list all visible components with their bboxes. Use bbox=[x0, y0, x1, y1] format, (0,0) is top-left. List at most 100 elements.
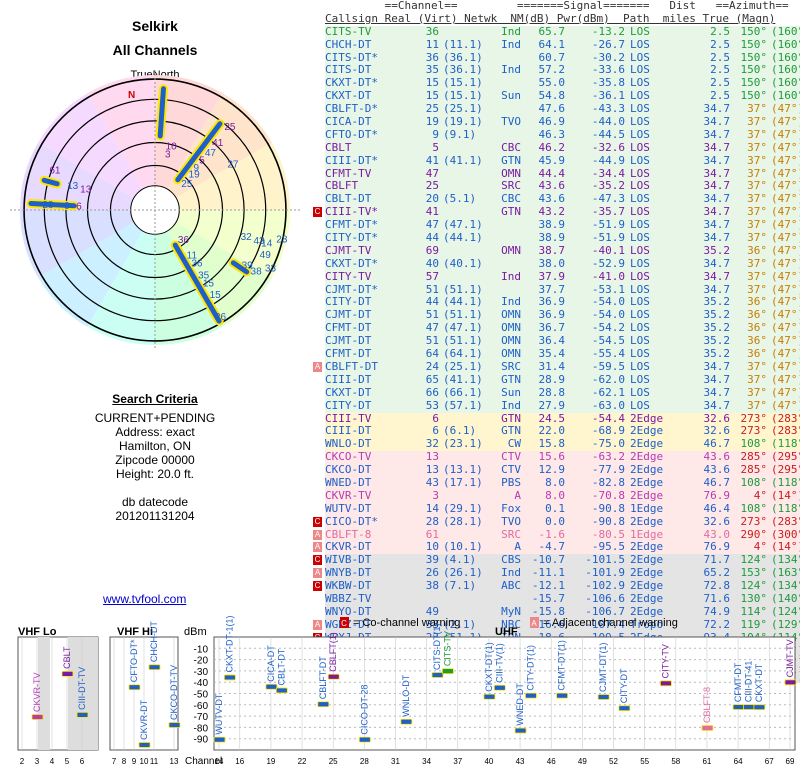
station-label: CFTO-DT* bbox=[129, 639, 139, 682]
cell-magn: (160°) bbox=[771, 37, 800, 51]
cell-nm: 46.2 bbox=[538, 140, 566, 154]
station-label: CFMT-DT bbox=[733, 662, 743, 702]
dbm-tick-label: -50 bbox=[194, 690, 209, 701]
cell-true: 108° bbox=[740, 475, 768, 489]
station-level-bar bbox=[128, 684, 141, 691]
channel-tick-label: 31 bbox=[391, 757, 400, 766]
table-row[interactable]: CKXT-DT 66 (66.1) Sun 28.8 -62.1 LOS 34.7 37° (47… bbox=[325, 385, 800, 400]
cell-dist: 34.7 bbox=[703, 115, 731, 129]
table-row[interactable]: CBLT5CBC46.2-32.6LOS34.737°(47°) bbox=[325, 140, 800, 155]
location-title: Selkirk bbox=[132, 18, 178, 34]
cell-pwr: -90.8 bbox=[591, 514, 625, 528]
cell-pwr: -41.0 bbox=[591, 269, 625, 283]
cell-dist: 76.9 bbox=[703, 488, 731, 502]
table-group-headers: ==Channel== =======Signal======= Dist ==… bbox=[325, 0, 789, 12]
adjacent-channel-warning-icon: A bbox=[313, 568, 322, 579]
cell-nm: 38.0 bbox=[538, 256, 566, 270]
station-level-bar bbox=[514, 727, 527, 734]
channel-marker-label: 47 bbox=[205, 148, 217, 159]
co-channel-warning-icon: C bbox=[313, 555, 322, 566]
channel-tick-label: 19 bbox=[266, 757, 275, 766]
cell-dist: 34.7 bbox=[703, 269, 731, 283]
cell-true: 37° bbox=[747, 115, 767, 129]
signal-bar bbox=[41, 177, 60, 187]
table-row[interactable]: CITY-DT 53 (57.1) Ind 27.9 -63.0 LOS 34.7 37° (47… bbox=[325, 398, 800, 413]
channel-marker-label: 14 bbox=[261, 239, 273, 250]
dbm-tick-label: -40 bbox=[194, 678, 209, 689]
cell-dist: 34.7 bbox=[703, 398, 731, 412]
table-row[interactable]: CKVR-TV3A8.0-70.82Edge76.94°(14°) bbox=[325, 488, 800, 503]
channel-marker-label: 28 bbox=[42, 200, 54, 211]
table-row[interactable]: CITS-TV36Ind65.7-13.2LOS2.5150°(160°) bbox=[325, 24, 800, 39]
table-row[interactable]: CFTO-DT* 9 (9.1) 46.3 -44.5 LOS 34.7 37° (47°) bbox=[325, 127, 800, 142]
cell-true: 37° bbox=[747, 153, 767, 167]
channel-marker-label: 13 bbox=[80, 184, 92, 195]
channel-marker-label: 26 bbox=[215, 312, 227, 323]
cell-call: CHCH-DT bbox=[325, 37, 372, 51]
cell-call: CBLT bbox=[325, 140, 352, 154]
cell-dist: 71.6 bbox=[703, 591, 731, 605]
dbm-tick-label: -80 bbox=[194, 723, 209, 734]
table-row[interactable]: CJMT-TV69OMN38.7-40.1LOS35.236°(47°) bbox=[325, 243, 800, 258]
table-row[interactable]: CIII-DT* 41 (41.1) GTN 45.9 -44.9 LOS 34.7 37° (4… bbox=[325, 153, 800, 168]
tvfool-link[interactable]: www.tvfool.com bbox=[103, 592, 186, 606]
cell-magn: (140°) bbox=[771, 591, 800, 605]
table-row[interactable]: CITY-DT* 44 (44.1) 38.9 -51.9 LOS 34.7 37° (47°) bbox=[325, 231, 800, 245]
cell-path: 2Edge bbox=[630, 514, 664, 528]
station-label: CJMT-DT(1) bbox=[598, 643, 608, 693]
cell-true: 37° bbox=[747, 256, 767, 270]
station-label: WNLO-DT bbox=[401, 674, 411, 716]
cell-dist: 2.5 bbox=[710, 37, 730, 51]
table-row[interactable]: CKXT-DT* 40 (40.1) 38.0 -52.9 LOS 34.7 37° (47°) bbox=[325, 256, 800, 271]
channel-marker-label: 27 bbox=[227, 160, 239, 171]
cell-nm: 45.9 bbox=[538, 153, 566, 167]
cell-dist: 34.7 bbox=[703, 231, 731, 245]
station-table: ==Channel== =======Signal======= Dist ==… bbox=[313, 0, 800, 684]
cell-true: 130° bbox=[740, 591, 768, 605]
station-level-bar bbox=[400, 718, 413, 725]
station-level-bar bbox=[431, 672, 444, 678]
cell-call: CITS-TV bbox=[325, 24, 372, 38]
channel-tick-label: 49 bbox=[578, 757, 587, 766]
table-row[interactable]: WUTV-DT 14 (29.1) Fox 0.1 -90.8 1Edge 46.4 108°(… bbox=[325, 501, 800, 516]
dbm-label: dBm bbox=[184, 626, 207, 638]
cell-nm: -15.7 bbox=[531, 591, 565, 605]
channel-tick-label: 14 bbox=[215, 757, 224, 766]
cell-pwr: -44.5 bbox=[591, 127, 625, 141]
station-level-bar bbox=[358, 736, 371, 743]
channel-tick-label: 28 bbox=[360, 757, 369, 766]
cell-nm: 46.3 bbox=[538, 127, 566, 141]
table-row[interactable]: CIII-DT 65 (41.1) GTN 28.9 -62.0 LOS 34.7 37° (47… bbox=[325, 372, 800, 387]
cell-magn: (47°) bbox=[771, 269, 800, 283]
co-channel-warning-icon: C bbox=[313, 516, 322, 527]
cell-real: 69 bbox=[425, 243, 439, 257]
station-label: CBLFT-8 bbox=[702, 687, 712, 723]
table-row[interactable]: C CICO-DT* 28 (28.1) TVO 0.0 -90.8 2Edge 32.6 273… bbox=[313, 514, 800, 529]
criteria-line: Address: exact bbox=[115, 425, 195, 439]
station-level-bar bbox=[61, 670, 74, 677]
table-row[interactable]: WNED-DT 43 (17.1) PBS 8.0 -82.8 2Edge 46.7 108°(… bbox=[325, 475, 800, 490]
dbm-tick-label: -30 bbox=[194, 667, 209, 678]
channel-tick-label: 46 bbox=[547, 757, 556, 766]
table-row[interactable]: CITY-TV57Ind37.9-41.0LOS34.737°(47°) bbox=[325, 269, 800, 284]
station-label: CJMT-TV bbox=[785, 639, 795, 677]
table-row[interactable]: CHCH-DT 11 (11.1) Ind 64.1 -26.7 LOS 2.5 150° (16… bbox=[325, 37, 800, 52]
channel-marker-label: 13 bbox=[67, 181, 79, 192]
table-row[interactable]: CFMT-DT 64 (64.1) OMN 35.4 -55.4 LOS 35.2 36° (47… bbox=[325, 347, 800, 361]
cell-true: 37° bbox=[747, 140, 767, 154]
table-row[interactable]: CICA-DT 19 (19.1) TVO 46.9 -44.0 LOS 34.7 37° (47… bbox=[325, 115, 800, 129]
cell-pwr: -62.0 bbox=[591, 372, 625, 386]
cell-pwr: -40.1 bbox=[591, 243, 625, 257]
cell-call: CIII-DT bbox=[325, 372, 372, 386]
cell-path: LOS bbox=[630, 37, 650, 51]
station-level-bar bbox=[743, 704, 755, 710]
cell-nm: 28.8 bbox=[538, 385, 566, 399]
cell-real: 14 bbox=[425, 501, 439, 515]
cell-dist: 34.7 bbox=[703, 372, 731, 386]
table-row[interactable]: A CBLFT-DT 24 (25.1) SRC 31.4 -59.5 LOS 34.7 37°(… bbox=[313, 360, 800, 374]
station-label: CBLFT-DT bbox=[318, 656, 328, 700]
station-label: CIII-DT-41 bbox=[743, 661, 753, 703]
station-level-bar bbox=[265, 683, 278, 690]
table-row[interactable]: WBBZ-TV -15.7 -106.6 2Edge 71.6 130°(140°) bbox=[325, 591, 800, 606]
cell-dist: 34.7 bbox=[703, 140, 731, 154]
